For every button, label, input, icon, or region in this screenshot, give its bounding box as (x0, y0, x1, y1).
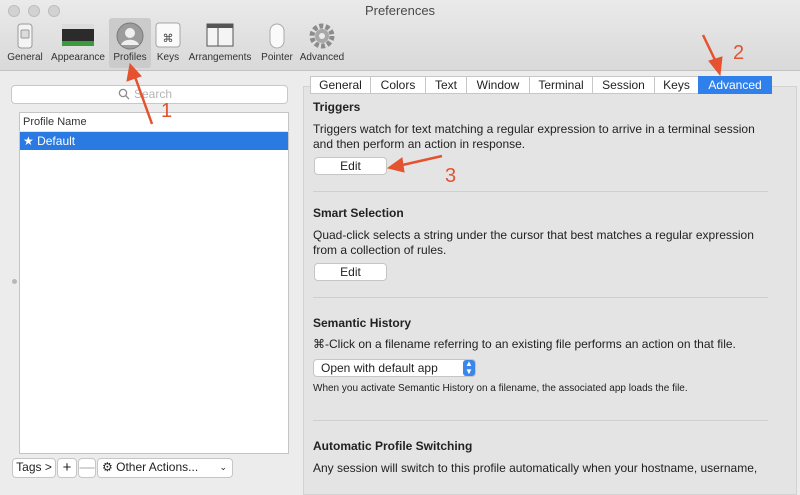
arrow-1-shaft (132, 73, 154, 125)
arrow-1-head (126, 62, 142, 82)
arrow-3-head (386, 157, 405, 173)
arrow-2-head (708, 56, 723, 77)
annotation-arrows (126, 34, 723, 173)
annotation-number-1: 1 (161, 100, 173, 122)
annotation-number-2: 2 (733, 42, 745, 64)
annotation-number-3: 3 (445, 165, 457, 187)
arrow-3-shaft (397, 154, 443, 168)
arrow-2-shaft (701, 34, 718, 63)
